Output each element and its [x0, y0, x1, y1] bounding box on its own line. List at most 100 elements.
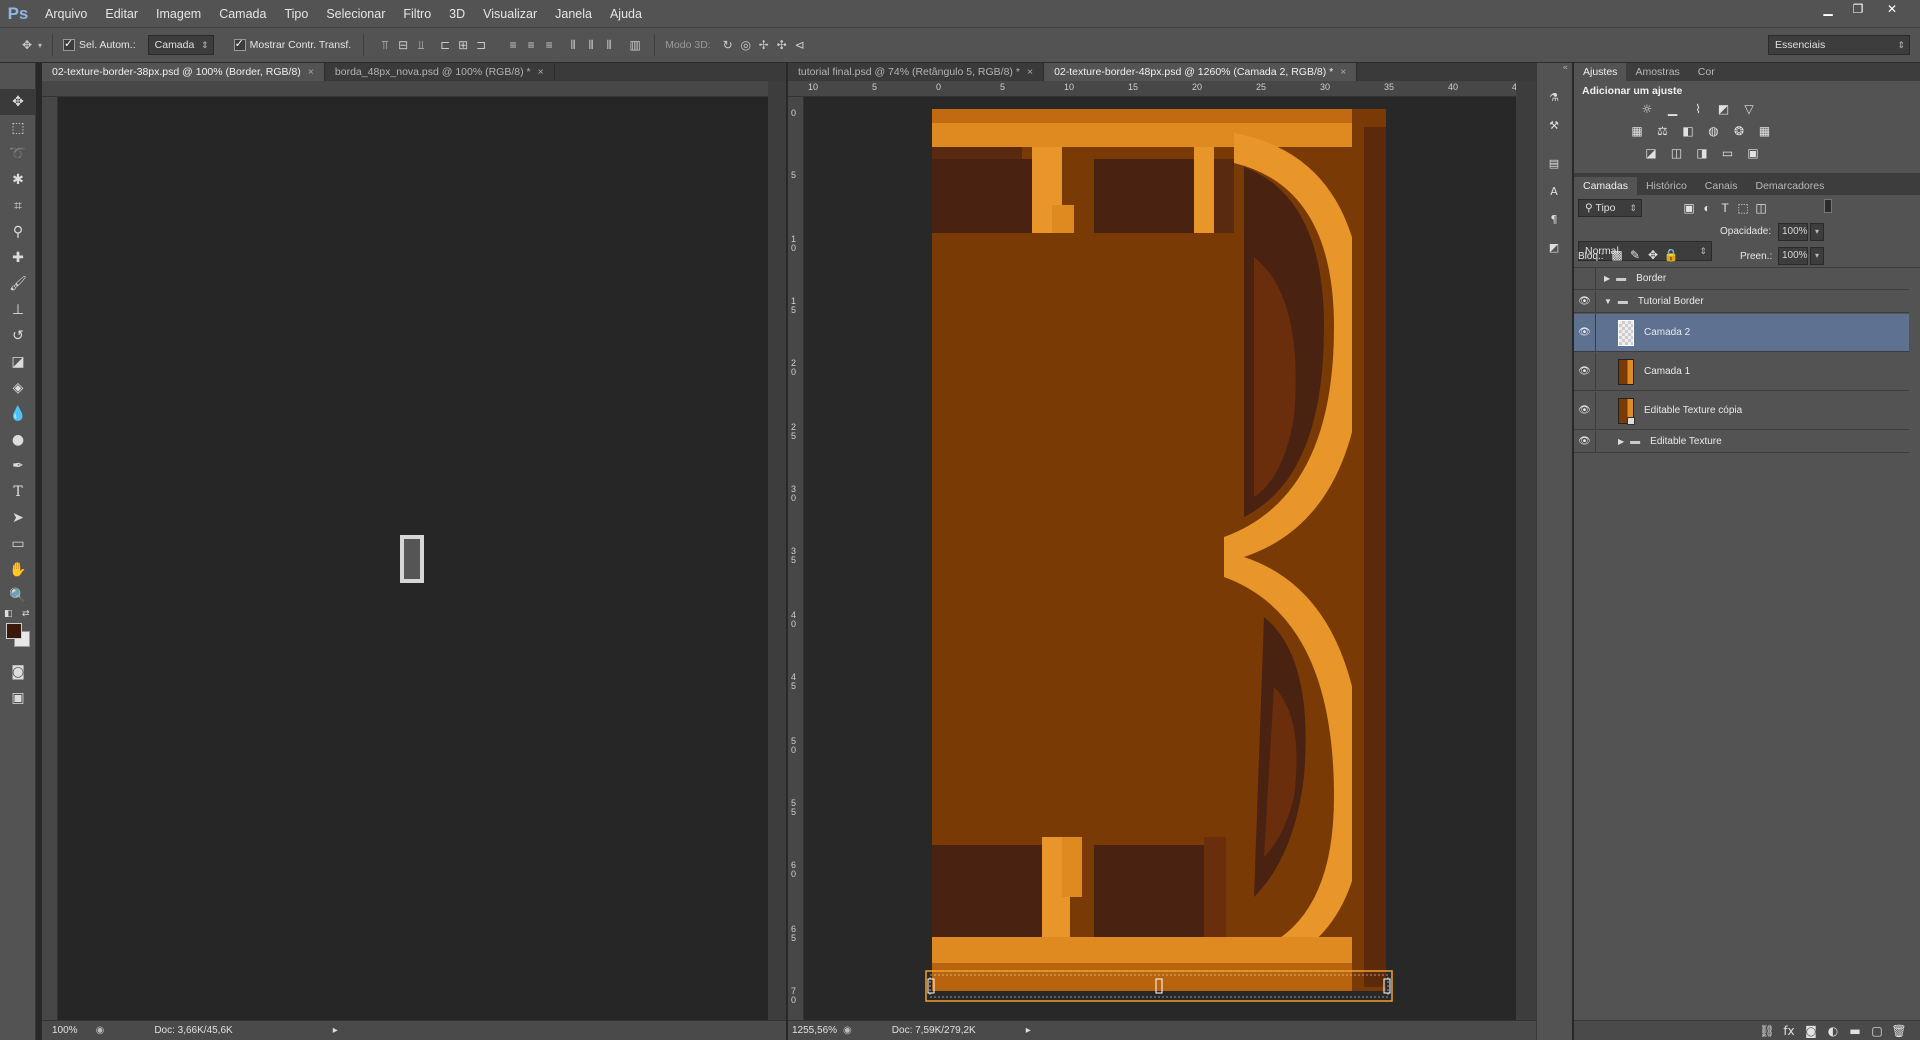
auto-align-icon[interactable]: ▥ — [626, 36, 644, 54]
lock-transparent-icon[interactable]: ▩ — [1609, 247, 1625, 263]
layer-filter-dropdown[interactable]: ⚲ Tipo — [1578, 199, 1642, 217]
tool-presets-icon[interactable]: ⚒ — [1537, 111, 1571, 139]
move-tool-preset-icon[interactable]: ✥ — [18, 36, 36, 54]
swap-colors-icon[interactable]: ⇄ — [22, 609, 30, 619]
collapse-dock-icon[interactable]: « — [1537, 63, 1572, 83]
close-tab-icon[interactable]: × — [308, 66, 314, 78]
distribute-hcenter-icon[interactable]: ⦀ — [582, 36, 600, 54]
status-menu-icon[interactable]: ◉ — [843, 1025, 852, 1036]
lasso-tool-icon[interactable]: ➰ — [0, 141, 36, 167]
chevron-down-icon[interactable]: ▾ — [1810, 223, 1824, 241]
layer-row-camada-2[interactable]: 👁 Camada 2 — [1574, 314, 1909, 352]
foreground-color-swatch[interactable] — [6, 623, 22, 639]
align-right-icon[interactable]: ⊐ — [472, 36, 490, 54]
layer-row-border[interactable]: ▶ ▬ Border — [1574, 268, 1909, 290]
character-icon[interactable]: A — [1537, 177, 1571, 205]
brightness-icon[interactable]: ☼ — [1639, 101, 1655, 117]
tab-cor[interactable]: Cor — [1689, 63, 1724, 81]
posterize-icon[interactable]: ◫ — [1669, 145, 1685, 161]
marquee-tool-icon[interactable]: ⬚ — [0, 115, 36, 141]
eye-icon[interactable]: 👁 — [1574, 314, 1596, 351]
color-lookup-icon[interactable]: ▦ — [1757, 123, 1773, 139]
eye-icon[interactable]: 👁 — [1574, 353, 1596, 390]
tab-historico[interactable]: Histórico — [1637, 177, 1696, 195]
roll-3d-icon[interactable]: ◎ — [737, 36, 755, 54]
menu-filtro[interactable]: Filtro — [394, 7, 440, 21]
left-canvas-area[interactable] — [58, 97, 768, 1020]
tab-canais[interactable]: Canais — [1696, 177, 1747, 195]
align-left-icon[interactable]: ⊏ — [436, 36, 454, 54]
link-layers-icon[interactable]: ⛓ — [1759, 1023, 1775, 1039]
auto-select-checkbox[interactable] — [63, 37, 76, 51]
menu-janela[interactable]: Janela — [546, 7, 601, 21]
drag-3d-icon[interactable]: ✢ — [755, 36, 773, 54]
visibility-toggle[interactable] — [1574, 268, 1596, 289]
tab-camadas[interactable]: Camadas — [1574, 177, 1637, 195]
lock-image-icon[interactable]: ✎ — [1627, 247, 1643, 263]
distribute-right-icon[interactable]: ⦀ — [600, 36, 618, 54]
chevron-down-icon[interactable]: ▾ — [1810, 247, 1824, 265]
right-canvas-area[interactable] — [804, 97, 1516, 1020]
filter-shape-icon[interactable]: ⬚ — [1735, 200, 1751, 216]
rectangle-tool-icon[interactable]: ▭ — [0, 531, 36, 557]
workspace-dropdown[interactable]: Essenciais — [1768, 35, 1910, 55]
filter-adjust-icon[interactable]: ◐ — [1699, 200, 1715, 216]
menu-editar[interactable]: Editar — [96, 7, 147, 21]
expand-arrow-icon[interactable]: ▶ — [1604, 274, 1610, 283]
stamp-tool-icon[interactable]: ⊥ — [0, 297, 36, 323]
menu-tipo[interactable]: Tipo — [275, 7, 317, 21]
menu-arquivo[interactable]: Arquivo — [36, 7, 96, 21]
quick-mask-icon[interactable]: ◙ — [0, 659, 36, 685]
align-hcenter-icon[interactable]: ⊞ — [454, 36, 472, 54]
layer-row-editable-texture-copia[interactable]: 👁 Editable Texture cópia — [1574, 392, 1909, 430]
slide-3d-icon[interactable]: ✣ — [773, 36, 791, 54]
align-top-icon[interactable]: ⫪ — [376, 36, 394, 54]
minimize-icon[interactable]: ▁ — [1814, 0, 1842, 20]
align-vcenter-icon[interactable]: ⊟ — [394, 36, 412, 54]
zoom-level[interactable]: 100% — [52, 1025, 78, 1036]
brush-tool-icon[interactable]: 🖌 — [0, 271, 36, 297]
close-tab-icon[interactable]: × — [538, 66, 544, 78]
screen-mode-icon[interactable]: ▣ — [0, 685, 36, 711]
blur-tool-icon[interactable]: 💧 — [0, 401, 36, 427]
filter-pixel-icon[interactable]: ▣ — [1681, 200, 1697, 216]
expand-arrow-icon[interactable]: ▶ — [1618, 437, 1624, 446]
lock-position-icon[interactable]: ✥ — [1645, 247, 1661, 263]
levels-icon[interactable]: ▁ — [1665, 101, 1681, 117]
tab-doc-tutorial-final[interactable]: tutorial final.psd @ 74% (Retângulo 5, R… — [788, 63, 1045, 81]
delete-layer-icon[interactable]: 🗑 — [1891, 1023, 1907, 1039]
distribute-top-icon[interactable]: ≡ — [504, 36, 522, 54]
close-icon[interactable]: ✕ — [1878, 0, 1906, 20]
close-tab-icon[interactable]: × — [1340, 66, 1346, 78]
opacity-input[interactable]: 100% — [1778, 223, 1808, 241]
new-layer-icon[interactable]: ▢ — [1869, 1023, 1885, 1039]
menu-selecionar[interactable]: Selecionar — [317, 7, 394, 21]
gradient-map-icon[interactable]: ▭ — [1720, 145, 1736, 161]
zoom-level[interactable]: 1255,56% — [792, 1025, 837, 1036]
zoom-tool-icon[interactable]: 🔍 — [0, 583, 36, 609]
type-tool-icon[interactable]: T — [0, 479, 36, 505]
tab-doc-borda-48px-nova[interactable]: borda_48px_nova.psd @ 100% (RGB/8) * × — [325, 63, 555, 81]
status-menu-icon[interactable]: ◉ — [96, 1025, 105, 1036]
eraser-tool-icon[interactable]: ◪ — [0, 349, 36, 375]
crop-tool-icon[interactable]: ⌗ — [0, 193, 36, 219]
tab-doc-border-48px[interactable]: 02-texture-border-48px.psd @ 1260% (Cama… — [1044, 63, 1358, 81]
info-icon[interactable]: ◩ — [1537, 233, 1571, 261]
tab-doc-border-38px[interactable]: 02-texture-border-38px.psd @ 100% (Borde… — [42, 63, 325, 81]
align-bottom-icon[interactable]: ⫫ — [412, 36, 430, 54]
distribute-bottom-icon[interactable]: ≡ — [540, 36, 558, 54]
left-vertical-scrollbar[interactable] — [768, 81, 786, 1020]
path-selection-tool-icon[interactable]: ➤ — [0, 505, 36, 531]
paint-bucket-tool-icon[interactable]: ◈ — [0, 375, 36, 401]
vibrance-icon[interactable]: ▽ — [1741, 101, 1757, 117]
rotate-3d-icon[interactable]: ↻ — [719, 36, 737, 54]
tab-demarcadores[interactable]: Demarcadores — [1746, 177, 1833, 195]
lock-all-icon[interactable]: 🔒 — [1663, 247, 1679, 263]
history-brush-tool-icon[interactable]: ↺ — [0, 323, 36, 349]
filter-smart-icon[interactable]: ◫ — [1753, 200, 1769, 216]
threshold-icon[interactable]: ◨ — [1694, 145, 1710, 161]
brush-presets-icon[interactable]: ⚗ — [1537, 83, 1571, 111]
layer-row-tutorial-border[interactable]: 👁 ▼ ▬ Tutorial Border — [1574, 291, 1909, 313]
hand-tool-icon[interactable]: ✋ — [0, 557, 36, 583]
distribute-left-icon[interactable]: ⦀ — [564, 36, 582, 54]
